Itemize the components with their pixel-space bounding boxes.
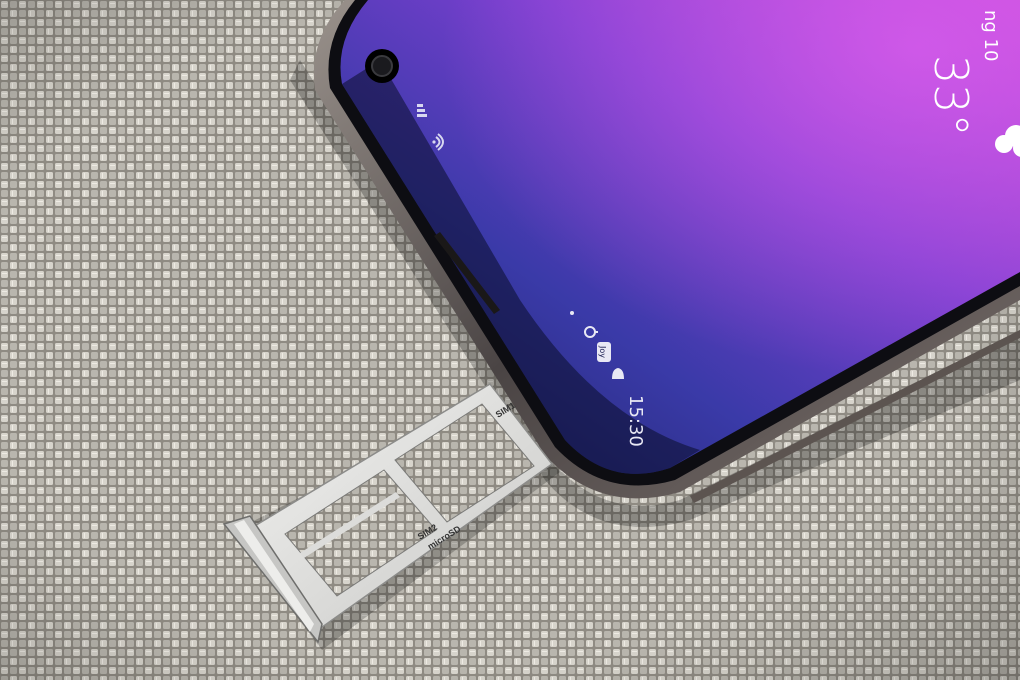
notification-badge-label: Joy bbox=[598, 345, 607, 358]
weather-temperature: 33° bbox=[924, 55, 978, 137]
product-photo: 15:30 Joy 33° ng 10 SIM1 SIM2 microSD bbox=[0, 0, 1020, 680]
punch-hole-camera-icon bbox=[365, 49, 399, 83]
dot-icon bbox=[570, 311, 574, 315]
status-time: 15:30 bbox=[625, 395, 646, 447]
notification-badge: Joy bbox=[597, 342, 611, 362]
weather-date: ng 10 bbox=[980, 10, 1001, 61]
